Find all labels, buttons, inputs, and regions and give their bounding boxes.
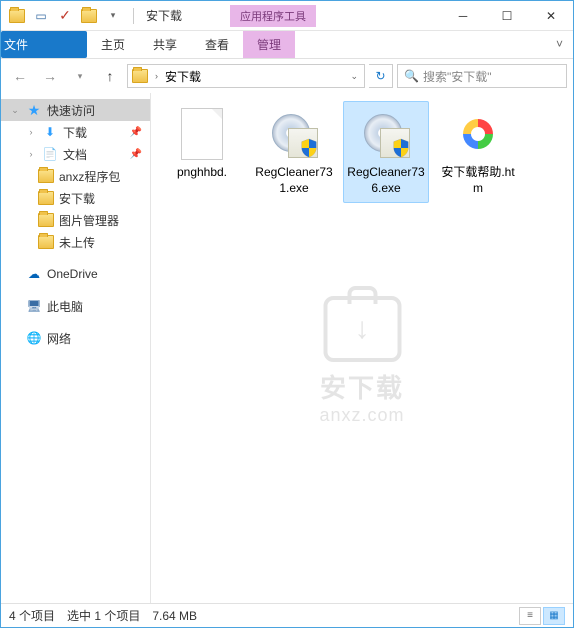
address-dropdown-icon[interactable]: ⌄ — [344, 71, 364, 82]
sidebar-item-label: 文档 — [63, 146, 87, 163]
sidebar: ⌄ ★ 快速访问 › ⬇ 下载 📌 › 📄 文档 📌 anxz程序包 安下载 图… — [1, 93, 151, 603]
tab-view[interactable]: 查看 — [191, 31, 243, 58]
recent-dropdown-icon[interactable]: ▾ — [67, 63, 93, 89]
file-item[interactable]: RegCleaner731.exe — [251, 101, 337, 203]
qat-check-icon[interactable]: ✓ — [55, 6, 75, 26]
sidebar-this-pc[interactable]: 🖥 此电脑 — [1, 295, 150, 317]
maximize-button[interactable]: ☐ — [485, 1, 529, 31]
network-icon: 🌐 — [25, 330, 43, 346]
qat-dropdown-icon[interactable]: ▾ — [103, 6, 123, 26]
back-button[interactable]: ← — [7, 63, 33, 89]
file-name: RegCleaner731.exe — [254, 164, 334, 196]
installer-icon — [360, 108, 412, 160]
search-icon: 🔍 — [404, 69, 419, 83]
sidebar-onedrive[interactable]: ☁ OneDrive — [1, 263, 150, 285]
folder-icon — [79, 6, 99, 26]
sidebar-item-label: OneDrive — [47, 267, 98, 281]
status-item-count: 4 个项目 — [9, 607, 55, 624]
pc-icon: 🖥 — [25, 298, 43, 314]
address-box[interactable]: › 安下载 ⌄ — [127, 64, 365, 88]
file-item[interactable]: RegCleaner736.exe — [343, 101, 429, 203]
context-tab-header: 应用程序工具 — [230, 5, 316, 27]
qat-properties-icon[interactable]: ▭ — [31, 6, 51, 26]
ribbon: 文件 主页 共享 查看 管理 ˅ — [1, 31, 573, 59]
close-button[interactable]: ✕ — [529, 1, 573, 31]
htm-icon — [452, 108, 504, 160]
search-input[interactable]: 🔍 搜索"安下载" — [397, 64, 567, 88]
sidebar-network[interactable]: 🌐 网络 — [1, 327, 150, 349]
file-item[interactable]: pnghhbd. — [159, 101, 245, 203]
sidebar-item-label: 网络 — [47, 330, 71, 347]
sidebar-item-folder[interactable]: anxz程序包 — [1, 165, 150, 187]
watermark: 安下载 anxz.com — [319, 296, 404, 426]
status-selected-count: 选中 1 个项目 — [67, 607, 140, 624]
star-icon: ★ — [25, 102, 43, 118]
sidebar-item-label: 安下载 — [59, 190, 95, 207]
file-name: pnghhbd. — [162, 164, 242, 180]
shield-icon — [300, 138, 318, 158]
sidebar-item-label: anxz程序包 — [59, 168, 120, 185]
chevron-right-icon[interactable]: › — [25, 149, 37, 159]
file-icon — [176, 108, 228, 160]
view-details-button[interactable]: ≡ — [519, 607, 541, 625]
view-icons-button[interactable]: ▦ — [543, 607, 565, 625]
sidebar-item-label: 未上传 — [59, 234, 95, 251]
sidebar-item-label: 快速访问 — [47, 102, 95, 119]
download-icon: ⬇ — [41, 124, 59, 140]
onedrive-icon: ☁ — [25, 266, 43, 282]
sidebar-item-documents[interactable]: › 📄 文档 📌 — [1, 143, 150, 165]
window-title: 安下载 — [138, 7, 190, 24]
document-icon: 📄 — [41, 146, 59, 162]
pin-icon: 📌 — [130, 127, 142, 138]
folder-icon[interactable] — [7, 6, 27, 26]
tab-manage[interactable]: 管理 — [243, 31, 295, 58]
sidebar-item-folder[interactable]: 安下载 — [1, 187, 150, 209]
tab-home[interactable]: 主页 — [87, 31, 139, 58]
sidebar-item-folder[interactable]: 未上传 — [1, 231, 150, 253]
status-bar: 4 个项目 选中 1 个项目 7.64 MB ≡ ▦ — [1, 603, 573, 627]
folder-icon — [37, 234, 55, 250]
tab-file[interactable]: 文件 — [1, 31, 87, 58]
file-item[interactable]: 安下载帮助.htm — [435, 101, 521, 203]
address-bar: ← → ▾ ↑ › 安下载 ⌄ ↻ 🔍 搜索"安下载" — [1, 59, 573, 93]
file-pane[interactable]: pnghhbd. RegCleaner731.exe RegCleaner736… — [151, 93, 573, 603]
tab-share[interactable]: 共享 — [139, 31, 191, 58]
up-button[interactable]: ↑ — [97, 63, 123, 89]
sidebar-item-label: 图片管理器 — [59, 212, 119, 229]
folder-icon — [37, 212, 55, 228]
forward-button[interactable]: → — [37, 63, 63, 89]
sidebar-item-label: 此电脑 — [47, 298, 83, 315]
file-name: 安下载帮助.htm — [438, 164, 518, 196]
search-placeholder: 搜索"安下载" — [423, 68, 492, 85]
folder-icon — [132, 69, 148, 83]
sidebar-item-folder[interactable]: 图片管理器 — [1, 209, 150, 231]
file-name: RegCleaner736.exe — [346, 164, 426, 196]
chevron-right-icon[interactable]: › — [152, 71, 161, 81]
status-size: 7.64 MB — [152, 609, 197, 623]
breadcrumb-segment[interactable]: 安下载 — [161, 65, 205, 87]
chevron-down-icon[interactable]: ⌄ — [9, 105, 21, 116]
minimize-button[interactable]: ─ — [441, 1, 485, 31]
installer-icon — [268, 108, 320, 160]
sidebar-quick-access[interactable]: ⌄ ★ 快速访问 — [1, 99, 150, 121]
ribbon-expand-icon[interactable]: ˅ — [546, 31, 573, 58]
sidebar-item-label: 下载 — [63, 124, 87, 141]
chevron-right-icon[interactable]: › — [25, 127, 37, 137]
folder-icon — [37, 168, 55, 184]
sidebar-item-downloads[interactable]: › ⬇ 下载 📌 — [1, 121, 150, 143]
titlebar: ▭ ✓ ▾ 安下载 应用程序工具 ─ ☐ ✕ — [1, 1, 573, 31]
refresh-button[interactable]: ↻ — [369, 64, 393, 88]
pin-icon: 📌 — [130, 149, 142, 160]
folder-icon — [37, 190, 55, 206]
shield-icon — [392, 138, 410, 158]
